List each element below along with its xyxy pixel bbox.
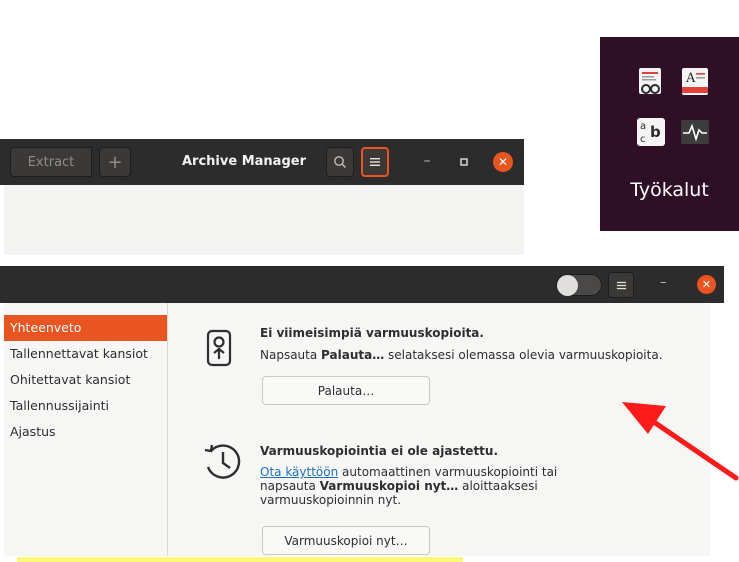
sidebar-item-overview[interactable]: Yhteenveto (4, 315, 167, 341)
maximize-icon (460, 158, 468, 166)
tools-folder-label: Työkalut (630, 179, 709, 201)
backup-restore-icon (206, 329, 232, 367)
sidebar-item-scheduling[interactable]: Ajastus (4, 419, 167, 445)
close-button[interactable]: ✕ (493, 152, 513, 172)
clock-history-icon (204, 444, 241, 479)
sidebar-item-storage-location[interactable]: Tallennussijainti (4, 393, 167, 419)
search-icon (334, 156, 347, 169)
toggle-knob (557, 275, 578, 296)
sidebar-item-folders-to-ignore[interactable]: Ohitettavat kansiot (4, 367, 167, 393)
svg-text:c: c (640, 134, 646, 145)
extract-button[interactable]: Extract (10, 147, 92, 177)
restore-description: Napsauta Palauta… selataksesi olemassa o… (260, 348, 663, 362)
hamburger-icon (370, 158, 380, 166)
font-viewer-icon[interactable]: A (680, 67, 710, 97)
search-button[interactable] (326, 147, 354, 177)
hamburger-icon (616, 281, 626, 289)
minimize-button[interactable]: – (660, 275, 667, 290)
automatic-backup-toggle[interactable] (556, 274, 602, 296)
schedule-heading: Varmuuskopiointia ei ole ajastettu. (260, 444, 499, 458)
restore-text: Napsauta (260, 348, 322, 362)
minimize-button[interactable]: – (417, 152, 437, 172)
document-viewer-icon[interactable] (636, 67, 666, 97)
backups-sidebar: Yhteenveto Tallennettavat kansiot Ohitet… (4, 303, 168, 556)
sidebar-item-folders-to-save[interactable]: Tallennettavat kansiot (4, 341, 167, 367)
restore-heading: Ei viimeisimpiä varmuuskopioita. (260, 326, 484, 340)
main-menu-button[interactable] (361, 147, 389, 177)
restore-text-bold: Palauta… (321, 348, 385, 362)
main-menu-button[interactable] (608, 272, 634, 298)
schedule-line1: automaattinen varmuuskopiointi tai (338, 465, 558, 479)
backups-headerbar: – ✕ (0, 266, 724, 303)
annotation-arrow (622, 402, 739, 481)
schedule-description: Ota käyttöön automaattinen varmuuskopioi… (260, 465, 557, 507)
archive-manager-content (4, 185, 524, 255)
schedule-line2: napsauta (260, 479, 320, 493)
maximize-button[interactable] (454, 152, 474, 172)
archive-manager-headerbar: Extract + Archive Manager – ✕ (0, 139, 524, 185)
schedule-line2-bold: Varmuuskopioi nyt… (319, 479, 459, 493)
close-button[interactable]: ✕ (697, 275, 716, 294)
schedule-line3: varmuuskopioinnin nyt. (260, 493, 402, 507)
restore-button[interactable]: Palauta… (262, 376, 430, 405)
add-files-button[interactable]: + (99, 147, 131, 177)
svg-text:A: A (685, 71, 696, 86)
back-up-now-button[interactable]: Varmuuskopioi nyt… (262, 526, 430, 555)
window-title: Archive Manager (182, 154, 306, 169)
restore-text-end: selataksesi olemassa olevia varmuuskopio… (384, 348, 663, 362)
svg-text:b: b (650, 123, 661, 141)
system-monitor-icon[interactable] (680, 117, 710, 147)
enable-automatic-backup-link[interactable]: Ota käyttöön (260, 465, 338, 479)
schedule-line2-end: aloittaaksesi (458, 479, 538, 493)
svg-text:a: a (640, 121, 646, 132)
tools-app-folder[interactable]: A a c b Työkalut (600, 37, 739, 231)
character-map-icon[interactable]: a c b (636, 117, 666, 147)
annotation-highlight (17, 557, 463, 562)
